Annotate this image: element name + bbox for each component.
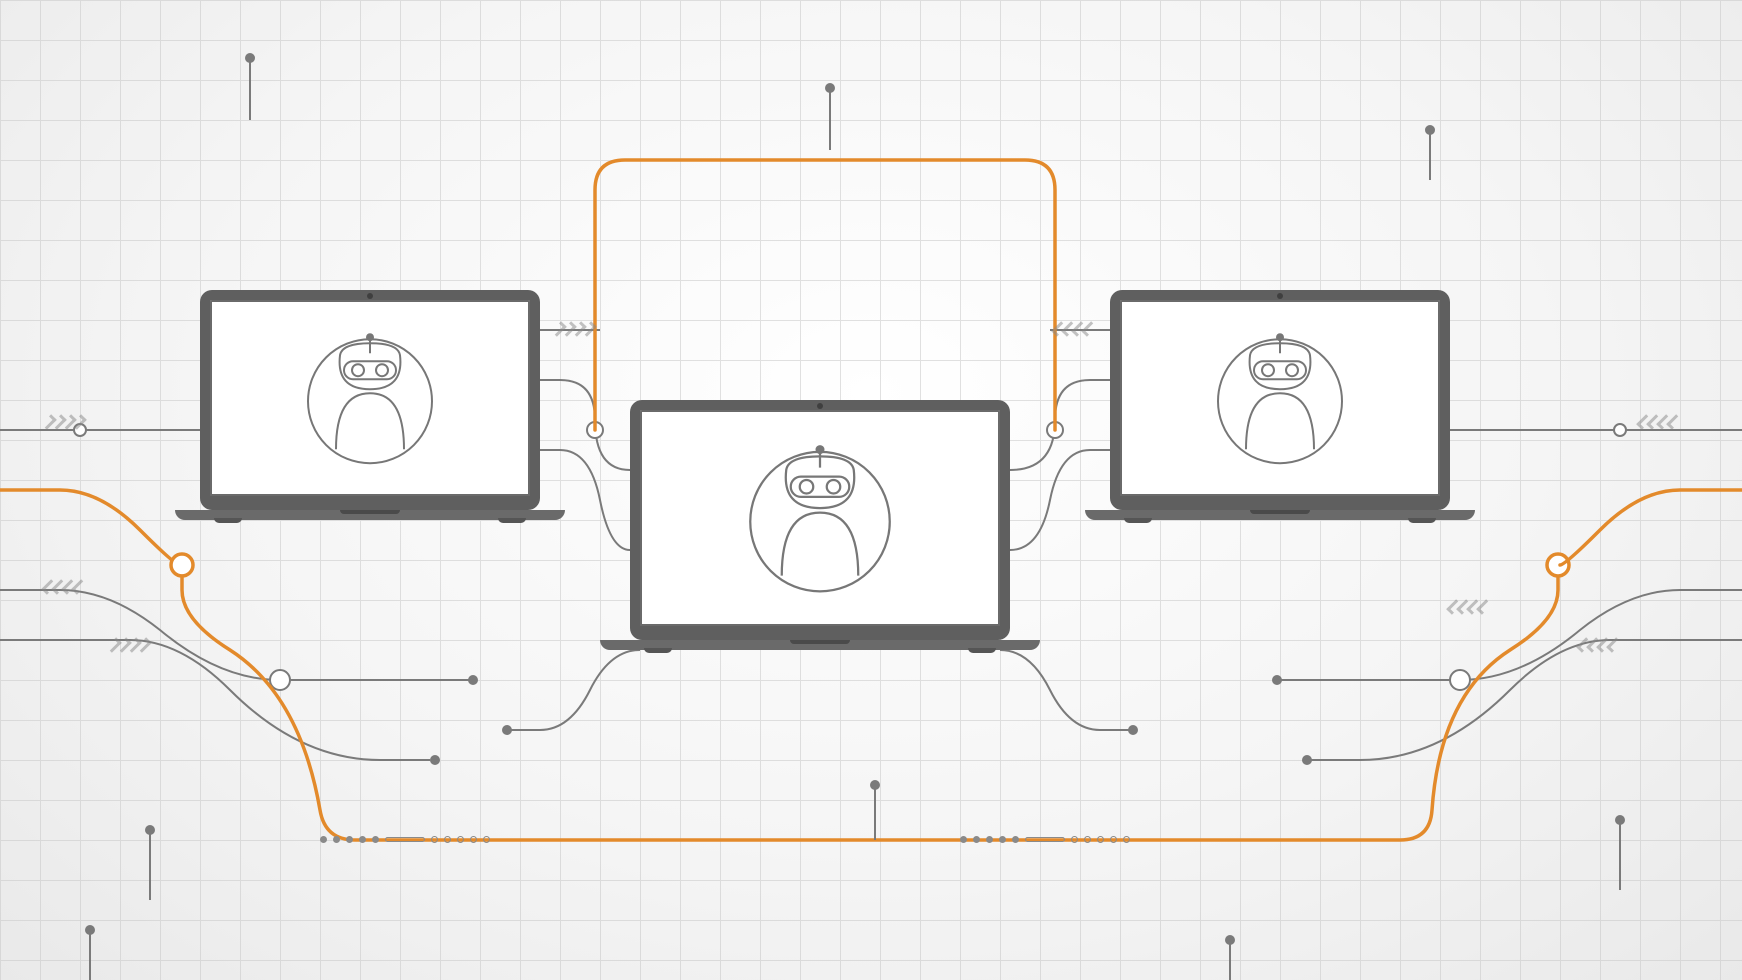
chevron-left-icon [45,580,83,594]
laptop-left [200,290,540,520]
robot-icon [730,432,910,612]
chevron-left-icon [1580,638,1618,652]
laptop-center [630,400,1010,650]
diagram-canvas [0,0,1742,980]
dot-track-icon [960,836,1130,843]
webcam-dot [817,403,823,409]
chevron-right-icon [555,322,593,336]
laptop-screen [1110,290,1450,510]
dot-track-icon [320,836,490,843]
chevron-left-icon [1055,322,1093,336]
laptop-screen [200,290,540,510]
chevron-right-icon [110,638,148,652]
webcam-dot [367,293,373,299]
laptop-right [1110,290,1450,520]
laptop-base [1085,510,1475,520]
robot-icon [290,321,450,481]
robot-icon [1200,321,1360,481]
laptop-base [600,640,1040,650]
webcam-dot [1277,293,1283,299]
chevron-right-icon [45,415,83,429]
laptop-screen [630,400,1010,640]
laptop-base [175,510,565,520]
chevron-left-icon [1450,600,1488,614]
chevron-left-icon [1640,415,1678,429]
